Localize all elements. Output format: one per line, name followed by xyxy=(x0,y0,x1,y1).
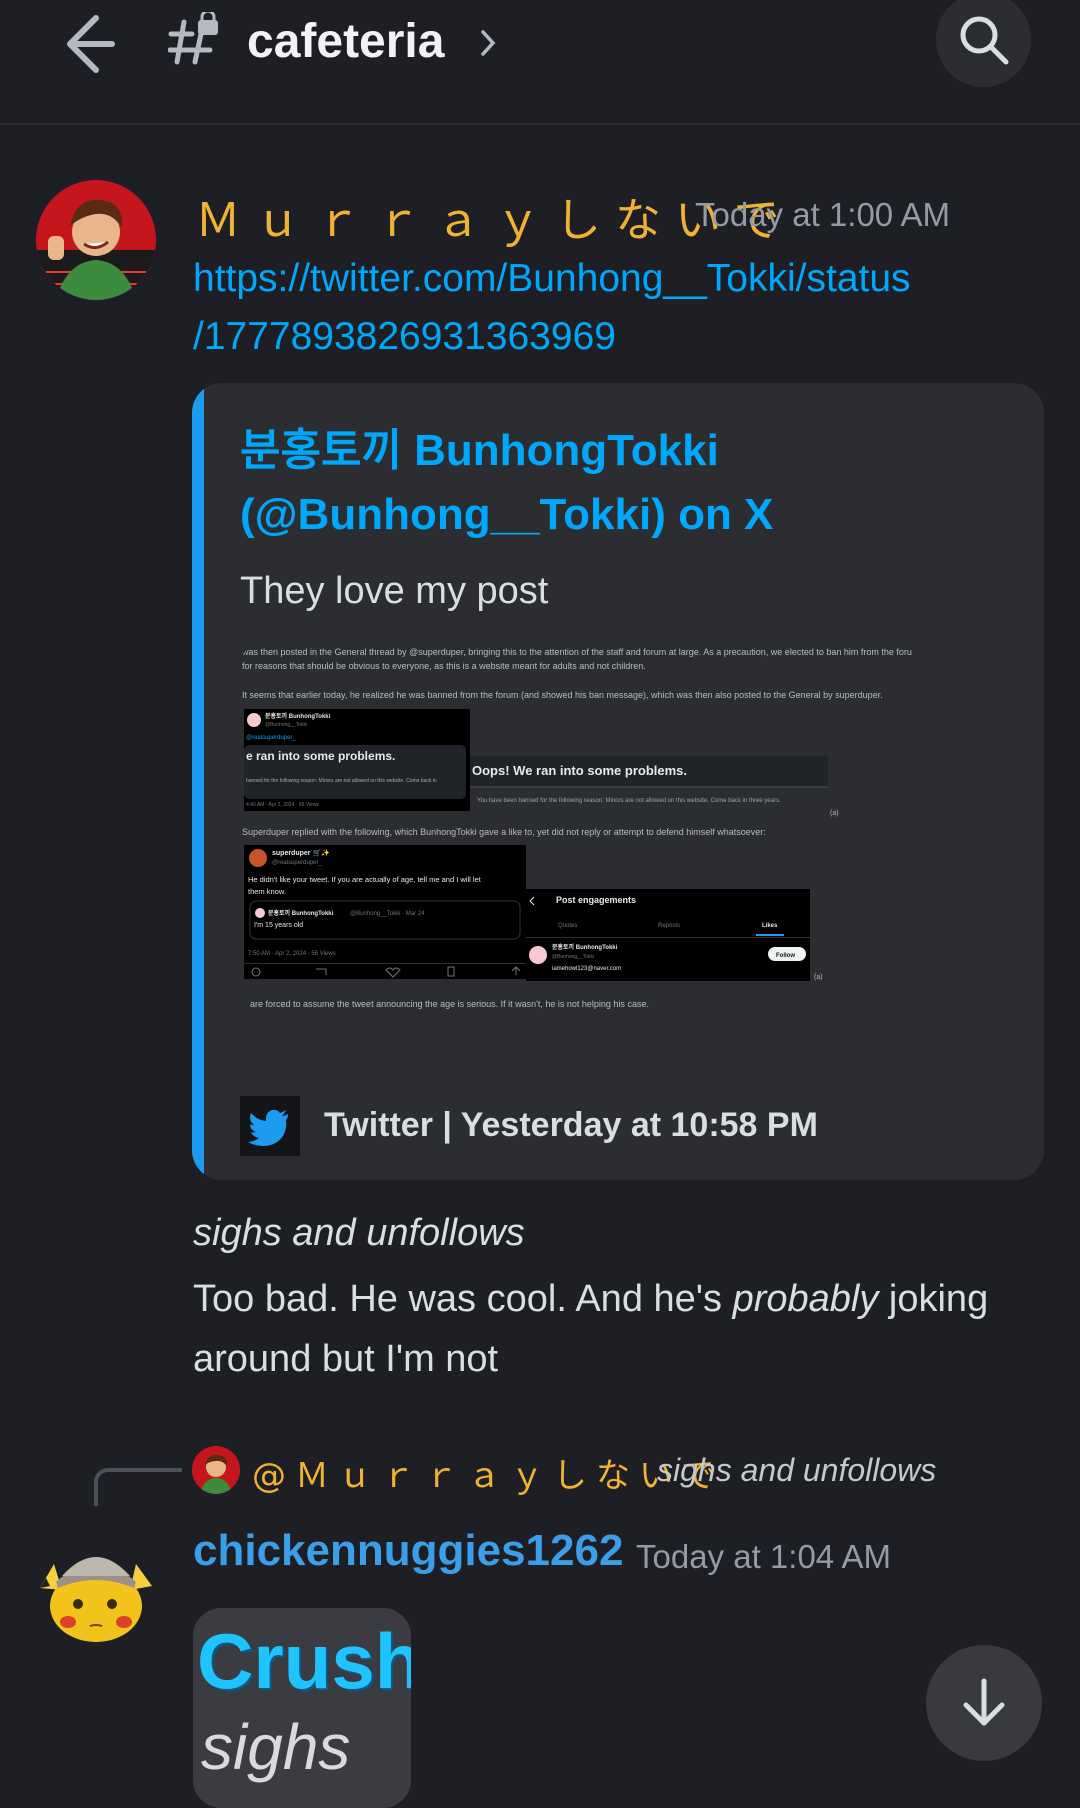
search-button[interactable] xyxy=(936,0,1031,87)
chevron-right-icon[interactable] xyxy=(478,26,500,60)
channel-header: cafeteria xyxy=(0,0,1080,125)
image-liker-name: 분홍토끼 BunhongTokki xyxy=(552,943,618,951)
jump-to-bottom-button[interactable] xyxy=(926,1645,1042,1761)
message-emphasis: probably xyxy=(732,1278,879,1320)
image-tweet-meta: 4:40 AM · Apr 2, 2024 · 96 Views xyxy=(246,802,320,808)
arrow-down-icon xyxy=(963,1678,1005,1726)
image-text-line: It seems that earlier today, he realized… xyxy=(242,690,883,700)
image-tweet-meta: 7:50 AM · Apr 2, 2024 · 56 Views xyxy=(248,951,336,957)
message-text-part: Too bad. He was cool. And he's xyxy=(193,1278,733,1320)
image-mark: (a) xyxy=(830,810,839,817)
image-tweet-sub: banned for the following reason: Minors … xyxy=(246,778,437,784)
embed-footer: Twitter | Yesterday at 10:58 PM xyxy=(324,1106,818,1144)
image-tab: Likes xyxy=(762,923,778,929)
embed-title-line[interactable]: (@Bunhong__Tokki) on X xyxy=(240,483,1020,547)
image-tweet-name: 분홍토끼 BunhongTokki xyxy=(265,712,331,720)
image-tweet-name: superduper 🛒✨ xyxy=(272,848,330,857)
image-follow-label: Follow xyxy=(776,953,795,959)
embed-description: They love my post xyxy=(240,570,549,612)
image-liker-email: iamehowl123@naver.com xyxy=(552,966,621,972)
message-text: sighs and unfollows xyxy=(193,1212,525,1254)
message-text-part: joking xyxy=(878,1278,989,1320)
reply-avatar[interactable] xyxy=(192,1446,240,1494)
image-attachment[interactable]: Crush sighs xyxy=(193,1608,411,1808)
embed-title-line[interactable]: 분홍토끼 BunhongTokki xyxy=(240,419,1020,483)
image-engagements-title: Post engagements xyxy=(556,895,636,905)
channel-name[interactable]: cafeteria xyxy=(247,14,444,69)
image-ban-text: You have been banned for the following r… xyxy=(477,798,781,804)
image-tab: Reposts xyxy=(658,923,680,929)
avatar[interactable] xyxy=(36,1528,156,1648)
image-text-line: Superduper replied with the following, w… xyxy=(242,827,766,837)
message-link[interactable]: https://twitter.com/Bunhong__Tokki/statu… xyxy=(193,250,993,366)
search-icon xyxy=(960,16,1009,65)
image-tweet-mention: @realsuperduper_ xyxy=(246,735,296,741)
reply-author[interactable]: @Ｍｕｒｒａｙしないで xyxy=(252,1448,724,1497)
twitter-bird-icon xyxy=(240,1096,300,1156)
image-tweet-text: He didn't like your tweet. If you are ac… xyxy=(248,875,482,884)
image-text-line: are forced to assume the tweet announcin… xyxy=(250,999,649,1009)
image-tweet-text: them know. xyxy=(248,887,286,896)
reply-connector xyxy=(94,1468,182,1506)
reply-preview[interactable]: sighs and unfollows xyxy=(657,1452,936,1489)
attachment-text: sighs xyxy=(201,1711,351,1783)
arrow-left-icon xyxy=(67,15,115,73)
image-text-line: was then posted in the General thread by… xyxy=(241,647,912,657)
image-oops-text: Oops! We ran into some problems. xyxy=(472,763,687,778)
message-text: around but I'm not xyxy=(193,1338,499,1380)
image-tweet-handle: @realsuperduper_ xyxy=(272,860,322,866)
message-timestamp: Today at 1:00 AM xyxy=(695,196,950,233)
link-embed: 분홍토끼 BunhongTokki (@Bunhong__Tokki) on X… xyxy=(192,383,1044,1180)
link-line[interactable]: https://twitter.com/Bunhong__Tokki/statu… xyxy=(193,250,993,308)
image-liker-handle: @Bunhong__Tokki xyxy=(552,954,594,960)
back-button[interactable] xyxy=(50,8,120,78)
attachment-text: Crush xyxy=(197,1617,411,1705)
image-mark: (a) xyxy=(814,974,823,981)
message-author[interactable]: chickennuggies1262 xyxy=(193,1526,623,1576)
link-line[interactable]: /1777893826931363969 xyxy=(193,308,993,366)
locked-channel-hash-icon xyxy=(167,9,224,68)
image-tweet-text: e ran into some problems. xyxy=(246,749,395,763)
message-text: Too bad. He was cool. And he's probably … xyxy=(193,1278,988,1321)
image-text-line: for reasons that should be obvious to ev… xyxy=(242,661,646,671)
embed-image[interactable]: was then posted in the General thread by… xyxy=(240,641,992,1071)
image-tab: Quotes xyxy=(558,923,577,929)
message-timestamp: Today at 1:04 AM xyxy=(636,1538,891,1575)
image-quote-meta: @Bunhong__Tokki · Mar 24 xyxy=(350,911,425,917)
image-quote-name: 분홍토끼 BunhongTokki xyxy=(268,909,334,917)
image-quote-text: I'm 15 years old xyxy=(254,922,303,929)
embed-accent-bar xyxy=(192,383,204,1180)
avatar[interactable] xyxy=(36,180,156,300)
image-tweet-handle: @Bunhong__Tokki xyxy=(265,722,307,728)
embed-title[interactable]: 분홍토끼 BunhongTokki (@Bunhong__Tokki) on X xyxy=(240,419,1020,547)
